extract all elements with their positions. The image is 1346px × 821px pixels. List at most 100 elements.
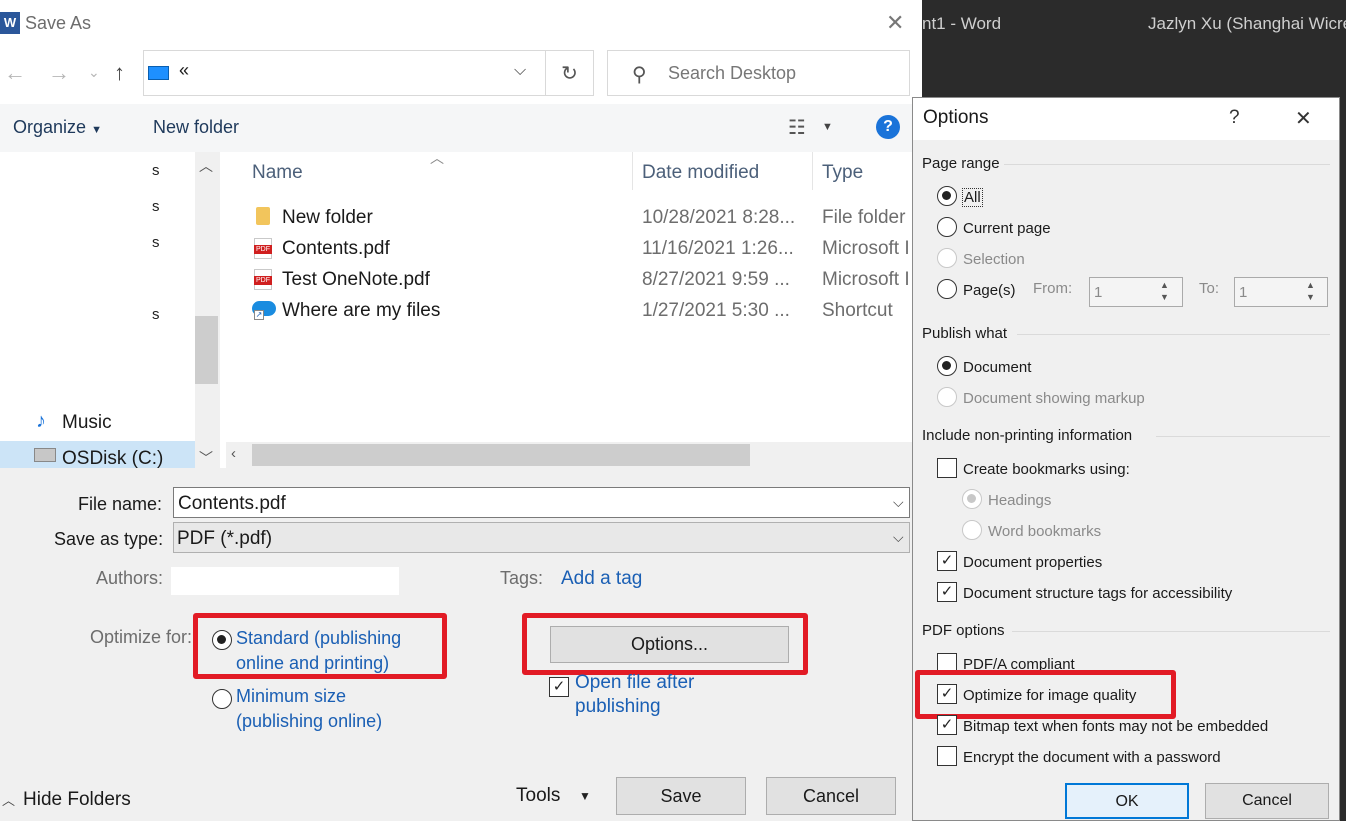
- nav-item-truncated[interactable]: s: [152, 306, 160, 323]
- table-row-name[interactable]: New folder: [282, 207, 373, 229]
- open-after-label-line1[interactable]: Open file after: [575, 672, 694, 694]
- table-row-name[interactable]: Contents.pdf: [282, 238, 390, 260]
- view-list-icon[interactable]: ☷: [788, 115, 806, 140]
- from-value[interactable]: 1: [1094, 284, 1102, 301]
- page-range-current-radio[interactable]: [937, 217, 957, 237]
- address-dropdown-chevron-icon[interactable]: ⌵: [514, 62, 526, 80]
- options-button[interactable]: Options...: [550, 626, 789, 663]
- bookmarks-word-radio[interactable]: [962, 520, 982, 540]
- doc-structure-checkbox[interactable]: ✓: [937, 582, 957, 602]
- column-header-name[interactable]: Name: [252, 162, 303, 184]
- to-value[interactable]: 1: [1239, 284, 1247, 301]
- hide-folders-chevron-icon[interactable]: ︿: [2, 790, 15, 809]
- add-tag-link[interactable]: Add a tag: [561, 568, 642, 590]
- bitmap-text-label[interactable]: Bitmap text when fonts may not be embedd…: [963, 718, 1268, 735]
- encrypt-label[interactable]: Encrypt the document with a password: [963, 749, 1221, 766]
- nav-scrollbar[interactable]: [195, 152, 218, 468]
- page-range-pages-label[interactable]: Page(s): [963, 282, 1016, 299]
- optimize-minimum-label-line2[interactable]: (publishing online): [236, 711, 382, 732]
- view-dropdown-icon[interactable]: ▼: [822, 121, 833, 133]
- forward-arrow-icon[interactable]: →: [48, 60, 70, 86]
- optimize-standard-label-line2[interactable]: online and printing): [236, 653, 389, 674]
- table-row-date[interactable]: 10/28/2021 8:28...: [642, 207, 795, 229]
- options-cancel-button[interactable]: Cancel: [1205, 783, 1329, 819]
- open-after-label-line2[interactable]: publishing: [575, 696, 661, 718]
- optimize-minimum-radio[interactable]: [212, 689, 232, 709]
- create-bookmarks-checkbox[interactable]: [937, 458, 957, 478]
- page-range-current-label[interactable]: Current page: [963, 220, 1051, 237]
- nav-item-truncated[interactable]: s: [152, 234, 160, 251]
- bookmarks-word-label[interactable]: Word bookmarks: [988, 523, 1101, 540]
- bookmarks-headings-label[interactable]: Headings: [988, 492, 1051, 509]
- address-overflow[interactable]: «: [179, 60, 189, 81]
- horizontal-scrollbar-thumb[interactable]: [252, 444, 750, 466]
- column-header-date[interactable]: Date modified: [642, 162, 759, 184]
- recent-locations-chevron-icon[interactable]: ⌄: [88, 64, 100, 81]
- close-icon[interactable]: ✕: [886, 10, 904, 36]
- bookmarks-headings-radio[interactable]: [962, 489, 982, 509]
- address-bar[interactable]: [143, 50, 546, 96]
- column-divider[interactable]: [632, 152, 633, 190]
- hide-folders-button[interactable]: Hide Folders: [23, 789, 131, 811]
- save-type-dropdown-icon[interactable]: ⌵: [893, 529, 904, 546]
- ok-button[interactable]: OK: [1065, 783, 1189, 819]
- scroll-left-icon[interactable]: ‹: [231, 445, 236, 462]
- back-arrow-icon[interactable]: ←: [4, 60, 26, 86]
- to-spinner-arrows-icon[interactable]: ▲ ▼: [1306, 279, 1315, 303]
- table-row-name[interactable]: Test OneNote.pdf: [282, 269, 430, 291]
- publish-document-radio[interactable]: [937, 356, 957, 376]
- file-name-value[interactable]: Contents.pdf: [178, 493, 286, 515]
- publish-markup-label[interactable]: Document showing markup: [963, 390, 1145, 407]
- publish-markup-radio[interactable]: [937, 387, 957, 407]
- page-range-all-radio[interactable]: [937, 186, 957, 206]
- column-divider[interactable]: [812, 152, 813, 190]
- tools-button[interactable]: Tools: [516, 785, 560, 807]
- save-type-value[interactable]: PDF (*.pdf): [177, 528, 272, 550]
- scroll-up-icon[interactable]: ︿: [199, 156, 213, 176]
- page-range-selection-label[interactable]: Selection: [963, 251, 1025, 268]
- bitmap-text-checkbox[interactable]: ✓: [937, 715, 957, 735]
- from-spinner-arrows-icon[interactable]: ▲ ▼: [1160, 279, 1169, 303]
- help-icon[interactable]: ?: [876, 115, 900, 139]
- optimize-standard-label-line1[interactable]: Standard (publishing: [236, 628, 401, 649]
- table-row-type[interactable]: Shortcut: [822, 300, 908, 322]
- search-placeholder[interactable]: Search Desktop: [668, 63, 796, 84]
- nav-item-music[interactable]: Music: [62, 412, 112, 434]
- options-close-icon[interactable]: ✕: [1295, 106, 1312, 131]
- scroll-down-icon[interactable]: ﹀: [199, 448, 213, 468]
- nav-item-osdisk[interactable]: OSDisk (C:): [62, 448, 163, 470]
- up-arrow-icon[interactable]: ↑: [114, 60, 125, 86]
- cancel-button[interactable]: Cancel: [766, 777, 896, 815]
- column-header-type[interactable]: Type: [822, 162, 863, 184]
- table-row-type[interactable]: File folder: [822, 207, 920, 229]
- optimize-standard-radio[interactable]: [212, 630, 232, 650]
- nav-scrollbar-thumb[interactable]: [195, 316, 218, 384]
- open-after-checkbox[interactable]: ✓: [549, 677, 569, 697]
- create-bookmarks-label[interactable]: Create bookmarks using:: [963, 461, 1130, 478]
- organize-button[interactable]: Organize ▼: [13, 117, 102, 138]
- table-row-date[interactable]: 11/16/2021 1:26...: [642, 238, 794, 260]
- publish-document-label[interactable]: Document: [963, 359, 1031, 376]
- table-row-name[interactable]: Where are my files: [282, 300, 440, 322]
- new-folder-button[interactable]: New folder: [153, 117, 239, 138]
- optimize-minimum-label-line1[interactable]: Minimum size: [236, 686, 346, 707]
- authors-input[interactable]: [171, 567, 399, 595]
- file-name-dropdown-icon[interactable]: ⌵: [893, 494, 904, 511]
- doc-properties-checkbox[interactable]: ✓: [937, 551, 957, 571]
- save-type-select[interactable]: [173, 522, 910, 553]
- doc-structure-label[interactable]: Document structure tags for accessibilit…: [963, 585, 1232, 602]
- table-row-type[interactable]: Microsoft I: [822, 238, 908, 260]
- refresh-icon[interactable]: ↻: [546, 50, 594, 96]
- table-row-type[interactable]: Microsoft I: [822, 269, 908, 291]
- save-button[interactable]: Save: [616, 777, 746, 815]
- options-help-icon[interactable]: ?: [1229, 107, 1240, 129]
- table-row-date[interactable]: 1/27/2021 5:30 ...: [642, 300, 790, 322]
- page-range-selection-radio[interactable]: [937, 248, 957, 268]
- nav-item-truncated[interactable]: s: [152, 162, 160, 179]
- tools-dropdown-icon[interactable]: ▼: [579, 789, 591, 803]
- table-row-date[interactable]: 8/27/2021 9:59 ...: [642, 269, 790, 291]
- doc-properties-label[interactable]: Document properties: [963, 554, 1102, 571]
- nav-item-truncated[interactable]: s: [152, 198, 160, 215]
- page-range-pages-radio[interactable]: [937, 279, 957, 299]
- page-range-all-label[interactable]: All: [962, 188, 983, 207]
